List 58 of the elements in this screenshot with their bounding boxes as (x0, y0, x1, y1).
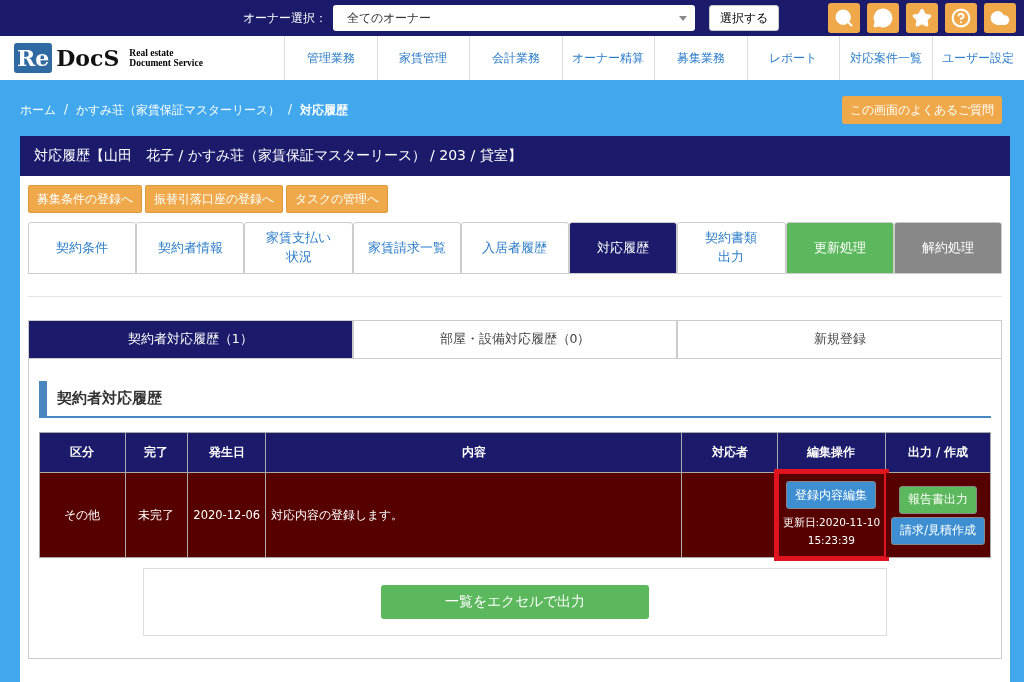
table-cell: 2020-12-06 (187, 472, 266, 558)
panel-title: 対応履歴【山田 花子 / かすみ荘（家賃保証マスターリース） / 203 / 貸室】 (20, 136, 1010, 176)
tab[interactable]: 家賃支払い 状況 (244, 222, 353, 274)
column-header: 内容 (265, 432, 682, 473)
star-button[interactable] (906, 3, 938, 33)
tab[interactable]: 入居者履歴 (460, 222, 570, 274)
star-icon (912, 8, 932, 28)
nav-item[interactable]: 対応案件一覧 (839, 36, 932, 80)
help-icon (951, 8, 971, 28)
sub-tab[interactable]: 新規登録 (677, 320, 1002, 359)
tab[interactable]: 対応履歴 (569, 222, 678, 274)
column-header: 対応者 (681, 432, 778, 473)
column-header: 区分 (39, 432, 126, 473)
breadcrumb-separator: / (64, 101, 69, 118)
updated-date: 更新日:2020-11-10 (782, 515, 881, 530)
excel-export-button[interactable]: 一覧をエクセルで出力 (381, 585, 649, 619)
tab[interactable]: 契約書類 出力 (677, 222, 786, 274)
nav-item[interactable]: オーナー精算 (561, 36, 654, 80)
breadcrumb-link[interactable]: 対応履歴 (300, 101, 349, 119)
search-button[interactable] (828, 3, 860, 33)
owner-label: オーナー選択： (243, 9, 327, 27)
tab[interactable]: 家賃請求一覧 (352, 222, 461, 274)
table-cell: その他 (39, 472, 126, 558)
tab[interactable]: 契約者情報 (136, 222, 245, 274)
section-heading: 契約者対応履歴 (39, 381, 991, 418)
tab[interactable]: 更新処理 (785, 222, 894, 274)
owner-select[interactable]: 全てのオーナー (333, 5, 695, 31)
select-button[interactable]: 選択する (709, 5, 779, 31)
cloud-button[interactable] (984, 3, 1016, 33)
search-icon (834, 8, 854, 28)
nav-item[interactable]: 募集業務 (654, 36, 747, 80)
output-button[interactable]: 請求/見積作成 (891, 516, 985, 545)
breadcrumb-link[interactable]: ホーム (20, 101, 56, 119)
help-button[interactable] (945, 3, 977, 33)
column-header: 発生日 (187, 432, 266, 473)
speech-bubble-icon (873, 8, 893, 28)
nav-item[interactable]: レポート (746, 36, 839, 80)
logo: Re DocS Real estate Document Service (0, 36, 284, 80)
cloud-icon (990, 8, 1010, 28)
nav-item[interactable]: 管理業務 (284, 36, 377, 80)
column-header: 出力 / 作成 (885, 432, 991, 473)
nav-item[interactable]: 家賃管理 (376, 36, 469, 80)
edit-button[interactable]: 登録内容編集 (786, 481, 877, 509)
nav-item[interactable]: ユーザー設定 (931, 36, 1024, 80)
sub-tab[interactable]: 契約者対応履歴（1） (28, 320, 353, 359)
output-button[interactable]: 報告書出力 (899, 485, 978, 514)
column-header: 完了 (125, 432, 188, 473)
breadcrumb-link[interactable]: かすみ荘（家賃保証マスターリース） (76, 101, 281, 119)
sub-tab[interactable]: 部屋・設備対応履歴（0） (352, 320, 678, 359)
caret-icon (679, 15, 687, 21)
nav-item[interactable]: 会計業務 (469, 36, 562, 80)
updated-time: 15:23:39 (806, 533, 856, 548)
tab[interactable]: 契約条件 (28, 222, 137, 274)
speech-bubble-button[interactable] (867, 3, 899, 33)
tab[interactable]: 解約処理 (893, 222, 1002, 274)
breadcrumb-separator: / (288, 101, 293, 118)
table-cell: 対応内容の登録します。 (265, 472, 682, 558)
table-cell: 未完了 (125, 472, 188, 558)
